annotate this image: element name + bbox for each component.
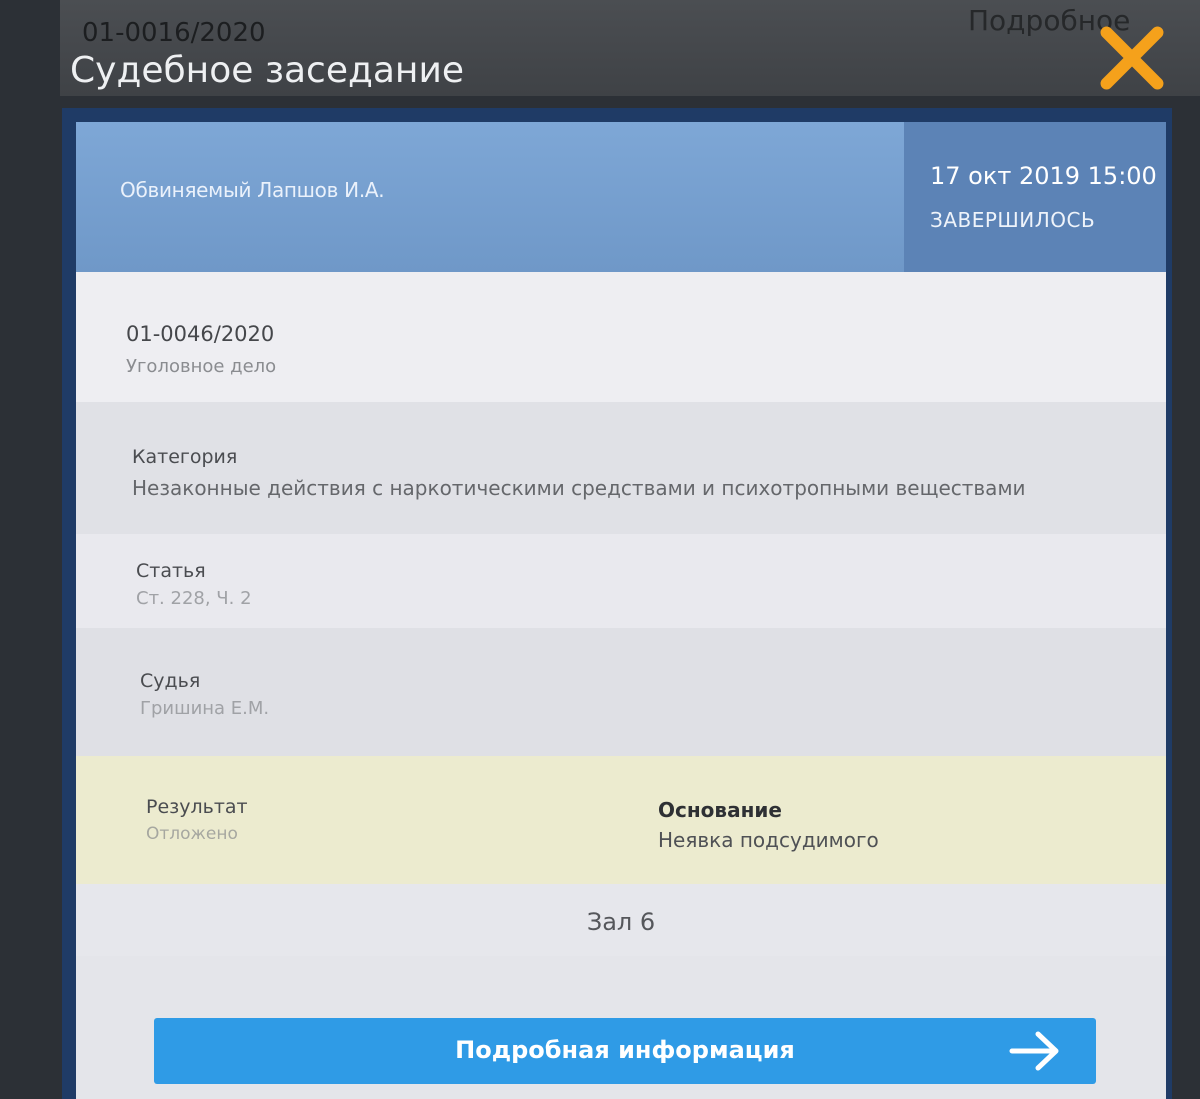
- judge-label: Судья: [140, 670, 201, 692]
- case-row: 01-0046/2020 Уголовное дело: [76, 272, 1166, 402]
- article-value: Ст. 228, Ч. 2: [136, 588, 252, 609]
- result-label: Результат: [146, 796, 248, 818]
- hearing-card: Обвиняемый Лапшов И.А. 17 окт 2019 15:00…: [76, 122, 1166, 1099]
- category-value: Незаконные действия с наркотическими сре…: [132, 476, 1026, 500]
- arrow-right-icon: [1009, 1031, 1059, 1071]
- judge-value: Гришина Е.М.: [140, 698, 270, 719]
- hall-row: Зал 6: [76, 884, 1166, 956]
- card-header-left: Обвиняемый Лапшов И.А.: [76, 122, 904, 272]
- basis-value: Неявка подсудимого: [658, 828, 879, 852]
- card-header: Обвиняемый Лапшов И.А. 17 окт 2019 15:00…: [76, 122, 1166, 272]
- judge-row: Судья Гришина Е.М.: [76, 628, 1166, 756]
- result-value: Отложено: [146, 824, 238, 844]
- category-row: Категория Незаконные действия с наркотич…: [76, 402, 1166, 534]
- hearing-datetime: 17 окт 2019 15:00: [930, 162, 1157, 190]
- hall-label: Зал 6: [586, 908, 656, 936]
- basis-label: Основание: [658, 798, 782, 822]
- article-row: Статья Ст. 228, Ч. 2: [76, 534, 1166, 628]
- card-header-status: 17 окт 2019 15:00 ЗАВЕРШИЛОСЬ: [904, 122, 1166, 272]
- background-title: Судебное заседание: [70, 50, 465, 91]
- close-icon[interactable]: [1088, 14, 1176, 102]
- case-type: Уголовное дело: [126, 356, 277, 377]
- article-label: Статья: [136, 560, 206, 582]
- defendant-name: Обвиняемый Лапшов И.А.: [120, 178, 385, 202]
- category-label: Категория: [132, 446, 238, 468]
- details-button[interactable]: Подробная информация: [154, 1018, 1096, 1084]
- background-case-number: 01-0016/2020: [82, 18, 266, 48]
- status-badge: ЗАВЕРШИЛОСЬ: [930, 208, 1096, 232]
- details-button-label: Подробная информация: [455, 1036, 795, 1064]
- result-row: Результат Отложено Основание Неявка подс…: [76, 756, 1166, 884]
- case-number: 01-0046/2020: [126, 322, 275, 346]
